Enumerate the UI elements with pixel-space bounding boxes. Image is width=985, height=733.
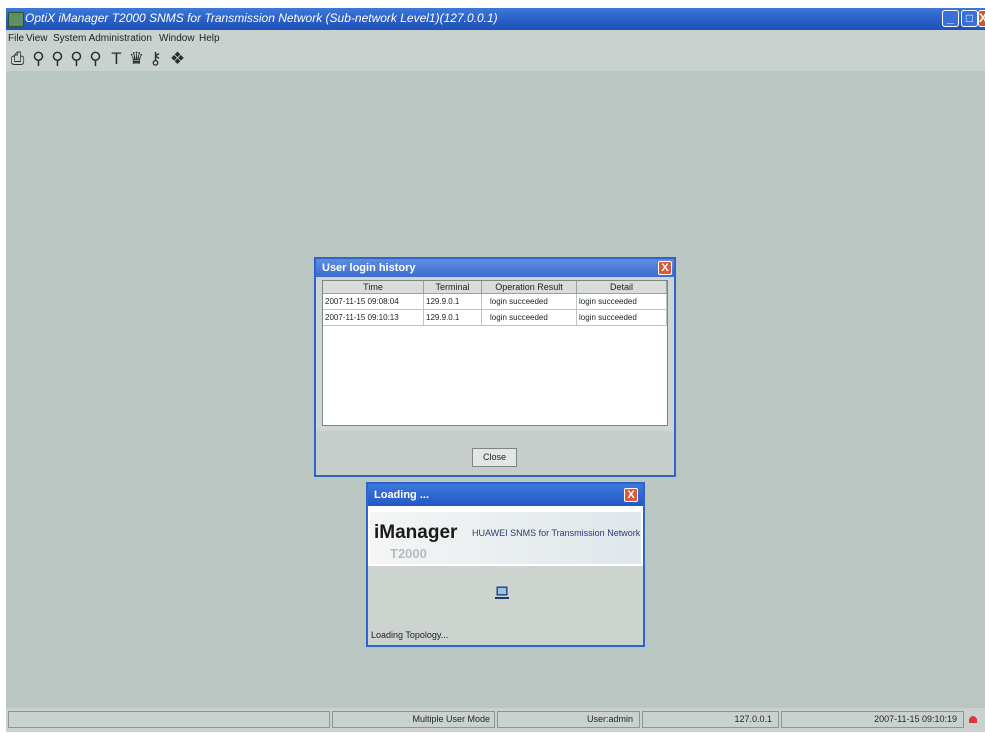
status-mode: Multiple User Mode: [332, 711, 495, 728]
cell-detail: login succeeded: [577, 294, 667, 310]
dialog-footer: Close: [316, 431, 674, 475]
zoom-fit-icon[interactable]: ⚲: [67, 49, 86, 68]
menu-file[interactable]: File: [8, 33, 24, 44]
zoom-in-icon[interactable]: ⚲: [29, 49, 48, 68]
status-message: [8, 711, 330, 728]
topology-link-icon[interactable]: ⚷: [146, 49, 165, 68]
find-icon[interactable]: ♛: [127, 49, 146, 68]
maximize-button[interactable]: □: [961, 10, 978, 27]
cell-terminal: 129.9.0.1: [424, 294, 482, 310]
menu-system-administration[interactable]: System Administration: [53, 33, 152, 44]
login-history-dialog: User login history X Time Terminal Opera…: [314, 257, 676, 477]
menu-bar: File View System Administration Window H…: [6, 30, 985, 47]
dialog-title-bar[interactable]: User login history X: [316, 259, 674, 277]
column-header-time[interactable]: Time: [323, 281, 424, 294]
loading-close-icon[interactable]: X: [624, 488, 638, 502]
cell-terminal: 129.9.0.1: [424, 310, 482, 326]
product-description: HUAWEI SNMS for Transmission Network: [472, 528, 641, 538]
login-history-table: Time Terminal Operation Result Detail 20…: [322, 280, 668, 426]
window-title: OptiX iManager T2000 SNMS for Transmissi…: [25, 11, 498, 25]
title-bar: OptiX iManager T2000 SNMS for Transmissi…: [6, 8, 985, 30]
column-header-terminal[interactable]: Terminal: [424, 281, 482, 294]
cell-operation-result: login succeeded: [482, 294, 577, 310]
zoom-reset-icon[interactable]: ⚲: [86, 49, 105, 68]
status-datetime: 2007-11-15 09:10:19: [781, 711, 964, 728]
loading-dialog: Loading ... X iManager T2000 HUAWEI SNMS…: [366, 482, 645, 647]
toolbar: ⎙ ⚲ ⚲ ⚲ ⚲ T ♛ ⚷ ❖: [6, 47, 985, 71]
menu-help[interactable]: Help: [199, 33, 220, 44]
minimize-button[interactable]: _: [942, 10, 959, 27]
cell-operation-result: login succeeded: [482, 310, 577, 326]
cell-time: 2007-11-15 09:10:13: [323, 310, 424, 326]
loading-status-text: Loading Topology...: [371, 630, 449, 640]
column-header-operation-result[interactable]: Operation Result: [482, 281, 577, 294]
cell-time: 2007-11-15 09:08:04: [323, 294, 424, 310]
menu-window[interactable]: Window: [159, 33, 195, 44]
status-user: User:admin: [497, 711, 640, 728]
layers-icon[interactable]: ❖: [168, 49, 187, 68]
status-ip: 127.0.0.1: [642, 711, 779, 728]
cell-detail: login succeeded: [577, 310, 667, 326]
zoom-out-icon[interactable]: ⚲: [48, 49, 67, 68]
product-logo: iManager: [374, 522, 458, 543]
dialog-close-icon[interactable]: X: [658, 261, 672, 275]
close-dialog-button[interactable]: Close: [472, 448, 517, 467]
app-icon: [8, 12, 24, 27]
loading-title-bar[interactable]: Loading ... X: [368, 484, 643, 506]
loading-content: Loading Topology...: [368, 566, 643, 645]
printer-icon[interactable]: ⎙: [8, 49, 27, 68]
dialog-title: User login history: [322, 262, 416, 274]
column-header-detail[interactable]: Detail: [577, 281, 667, 294]
topology-loading-icon: [495, 586, 509, 599]
loading-title: Loading ...: [374, 489, 429, 501]
close-button[interactable]: X: [978, 10, 985, 27]
alarm-bell-icon[interactable]: [967, 714, 979, 724]
product-banner: iManager T2000 HUAWEI SNMS for Transmiss…: [370, 512, 641, 564]
text-tool-icon[interactable]: T: [107, 49, 126, 68]
status-bar: Multiple User Mode User:admin 127.0.0.1 …: [6, 708, 985, 732]
menu-view[interactable]: View: [26, 33, 48, 44]
product-version: T2000: [390, 546, 427, 561]
